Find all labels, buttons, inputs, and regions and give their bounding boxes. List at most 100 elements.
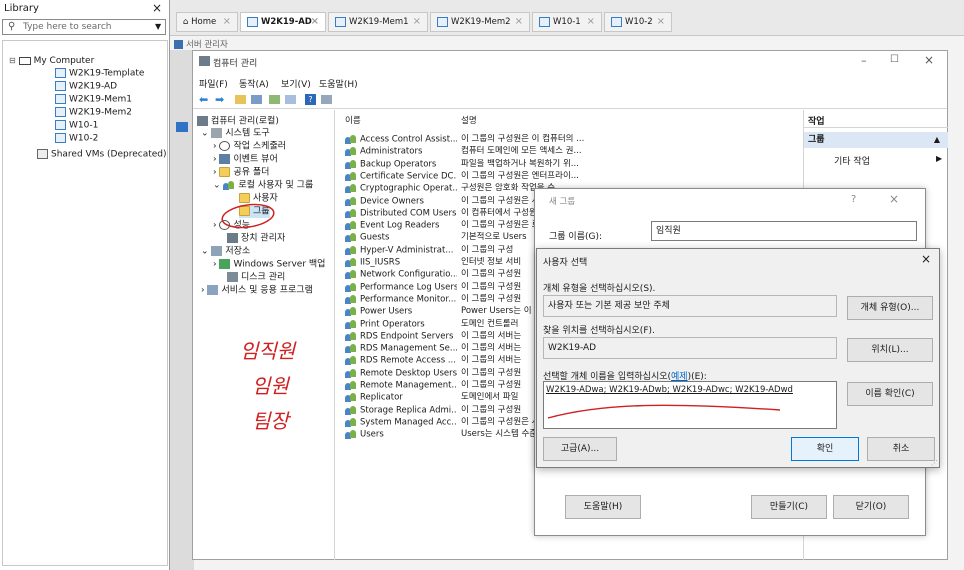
back-icon[interactable]: ⬅: [199, 93, 208, 106]
group-name-input[interactable]: 임직원: [651, 221, 917, 241]
group-row-name[interactable]: Access Control Assist...: [345, 134, 457, 146]
tree-storage[interactable]: ⌄ 저장소: [201, 246, 250, 258]
resize-grip-icon[interactable]: ⋰: [931, 459, 938, 467]
tree-users-folder[interactable]: 사용자: [239, 193, 278, 205]
close-icon[interactable]: ×: [657, 13, 665, 31]
tab-w10-2[interactable]: W10-2 ×: [604, 12, 672, 32]
tree-vm-item[interactable]: W10-2: [55, 133, 98, 145]
tree-local-users-groups[interactable]: ⌄ 로컬 사용자 및 그룹: [213, 180, 313, 192]
expand-arrow-icon[interactable]: ⌄: [201, 129, 211, 139]
group-row-name[interactable]: Performance Monitor...: [345, 294, 457, 306]
dropdown-arrow-icon[interactable]: ▼: [155, 22, 161, 31]
forward-icon[interactable]: ➡: [215, 93, 224, 106]
group-row-name[interactable]: Cryptographic Operat...: [345, 183, 457, 195]
actions-section-groups[interactable]: 그룹 ▲: [804, 132, 948, 148]
menu-help[interactable]: 도움말(H): [319, 77, 358, 90]
show-tree-icon[interactable]: [251, 95, 262, 104]
tree-system-tools[interactable]: ⌄ 시스템 도구: [201, 128, 270, 140]
tree-windows-backup[interactable]: › Windows Server 백업: [213, 259, 325, 271]
close-icon[interactable]: ×: [921, 252, 931, 266]
close-icon[interactable]: ×: [413, 13, 421, 31]
help-icon[interactable]: ?: [305, 94, 316, 105]
close-icon[interactable]: ×: [515, 13, 523, 31]
check-names-button[interactable]: 이름 확인(C): [847, 382, 933, 406]
tree-services-apps[interactable]: › 서비스 및 응용 프로그램: [201, 285, 313, 297]
tree-performance[interactable]: › 성능: [213, 220, 250, 232]
list-header-name[interactable]: 이름: [345, 114, 361, 126]
group-row-name[interactable]: Backup Operators: [345, 159, 457, 171]
tree-my-computer[interactable]: ⊟ My Computer: [9, 55, 94, 67]
help-button[interactable]: 도움말(H): [565, 495, 641, 519]
tree-vm-item[interactable]: W2K19-Template: [55, 68, 144, 80]
library-search-box[interactable]: ⚲ Type here to search ▼: [2, 19, 166, 35]
group-row-name[interactable]: Power Users: [345, 306, 457, 318]
group-row-name[interactable]: Replicator: [345, 392, 457, 404]
group-row-name[interactable]: Distributed COM Users: [345, 208, 457, 220]
cancel-button[interactable]: 취소: [867, 437, 935, 461]
group-row-name[interactable]: Remote Management...: [345, 380, 457, 392]
group-row-name[interactable]: Administrators: [345, 146, 457, 158]
tree-shared-folders[interactable]: › 공유 폴더: [213, 167, 269, 179]
group-row-name[interactable]: Event Log Readers: [345, 220, 457, 232]
group-row-name[interactable]: IIS_IUSRS: [345, 257, 457, 269]
tree-groups-folder[interactable]: 그룹: [239, 206, 270, 218]
create-button[interactable]: 만들기(C): [751, 495, 827, 519]
close-icon[interactable]: ×: [924, 53, 934, 67]
tree-disk-management[interactable]: 디스크 관리: [227, 272, 285, 284]
menu-file[interactable]: 파일(F): [199, 77, 228, 90]
close-icon[interactable]: ×: [311, 13, 319, 31]
maximize-icon[interactable]: ☐: [890, 54, 899, 65]
group-row-name[interactable]: Hyper-V Administrat...: [345, 245, 457, 257]
locations-button[interactable]: 위치(L)...: [847, 338, 933, 362]
tree-task-scheduler[interactable]: › 작업 스케줄러: [213, 141, 286, 153]
group-row-name[interactable]: RDS Remote Access ...: [345, 355, 457, 367]
group-row-name[interactable]: Print Operators: [345, 319, 457, 331]
group-row-name[interactable]: RDS Management Se...: [345, 343, 457, 355]
library-close-icon[interactable]: ×: [152, 1, 162, 15]
close-icon[interactable]: ×: [587, 13, 595, 31]
group-row-name[interactable]: Network Configuratio...: [345, 269, 457, 281]
tree-vm-item[interactable]: W2K19-Mem1: [55, 94, 132, 106]
group-row-name[interactable]: Guests: [345, 232, 457, 244]
tree-device-manager[interactable]: 장치 관리자: [227, 233, 285, 245]
group-row-name[interactable]: Remote Desktop Users: [345, 368, 457, 380]
properties-icon[interactable]: [321, 95, 332, 104]
tree-vm-item[interactable]: W2K19-Mem2: [55, 107, 132, 119]
close-icon[interactable]: ×: [223, 13, 231, 31]
tab-w2k19-mem2[interactable]: W2K19-Mem2 ×: [430, 12, 530, 32]
tree-vm-item[interactable]: W2K19-AD: [55, 81, 117, 93]
group-row-name[interactable]: RDS Endpoint Servers: [345, 331, 457, 343]
tree-vm-item[interactable]: W10-1: [55, 120, 98, 132]
group-row-name[interactable]: Performance Log Users: [345, 282, 457, 294]
actions-other[interactable]: 기타 작업 ▶: [834, 154, 944, 167]
tree-event-viewer[interactable]: › 이벤트 뷰어: [213, 154, 278, 166]
refresh-icon[interactable]: [269, 95, 280, 104]
close-button[interactable]: 닫기(O): [833, 495, 909, 519]
tab-w2k19-ad[interactable]: W2K19-AD ×: [240, 12, 326, 32]
export-icon[interactable]: [285, 95, 296, 104]
menu-view[interactable]: 보기(V): [281, 77, 311, 90]
up-folder-icon[interactable]: [235, 95, 246, 104]
tab-w2k19-mem1[interactable]: W2K19-Mem1 ×: [328, 12, 428, 32]
help-question-icon[interactable]: ?: [851, 194, 856, 205]
tree-shared-vms[interactable]: Shared VMs (Deprecated): [37, 149, 167, 161]
close-icon[interactable]: ×: [889, 192, 899, 206]
object-types-button[interactable]: 개체 유형(O)...: [847, 296, 933, 320]
minimize-icon[interactable]: –: [861, 54, 867, 67]
object-names-input[interactable]: W2K19-ADwa; W2K19-ADwb; W2K19-ADwc; W2K1…: [543, 381, 837, 429]
advanced-button[interactable]: 고급(A)...: [543, 437, 617, 461]
group-row-name[interactable]: Users: [345, 429, 457, 441]
group-row-name[interactable]: Certificate Service DC...: [345, 171, 457, 183]
tab-home[interactable]: ⌂ Home ×: [176, 12, 238, 32]
expand-arrow-icon[interactable]: ⌄: [213, 181, 223, 191]
group-row-name[interactable]: System Managed Acc...: [345, 417, 457, 429]
group-row-name[interactable]: Storage Replica Admi...: [345, 405, 457, 417]
collapse-icon[interactable]: ⊟: [9, 56, 16, 65]
group-row-name[interactable]: Device Owners: [345, 196, 457, 208]
tab-w10-1[interactable]: W10-1 ×: [532, 12, 602, 32]
menu-action[interactable]: 동작(A): [239, 77, 269, 90]
list-header-desc[interactable]: 설명: [461, 114, 477, 126]
tree-root[interactable]: 컴퓨터 관리(로컬): [197, 116, 279, 128]
expand-arrow-icon[interactable]: ⌄: [201, 247, 211, 257]
ok-button[interactable]: 확인: [791, 437, 859, 461]
